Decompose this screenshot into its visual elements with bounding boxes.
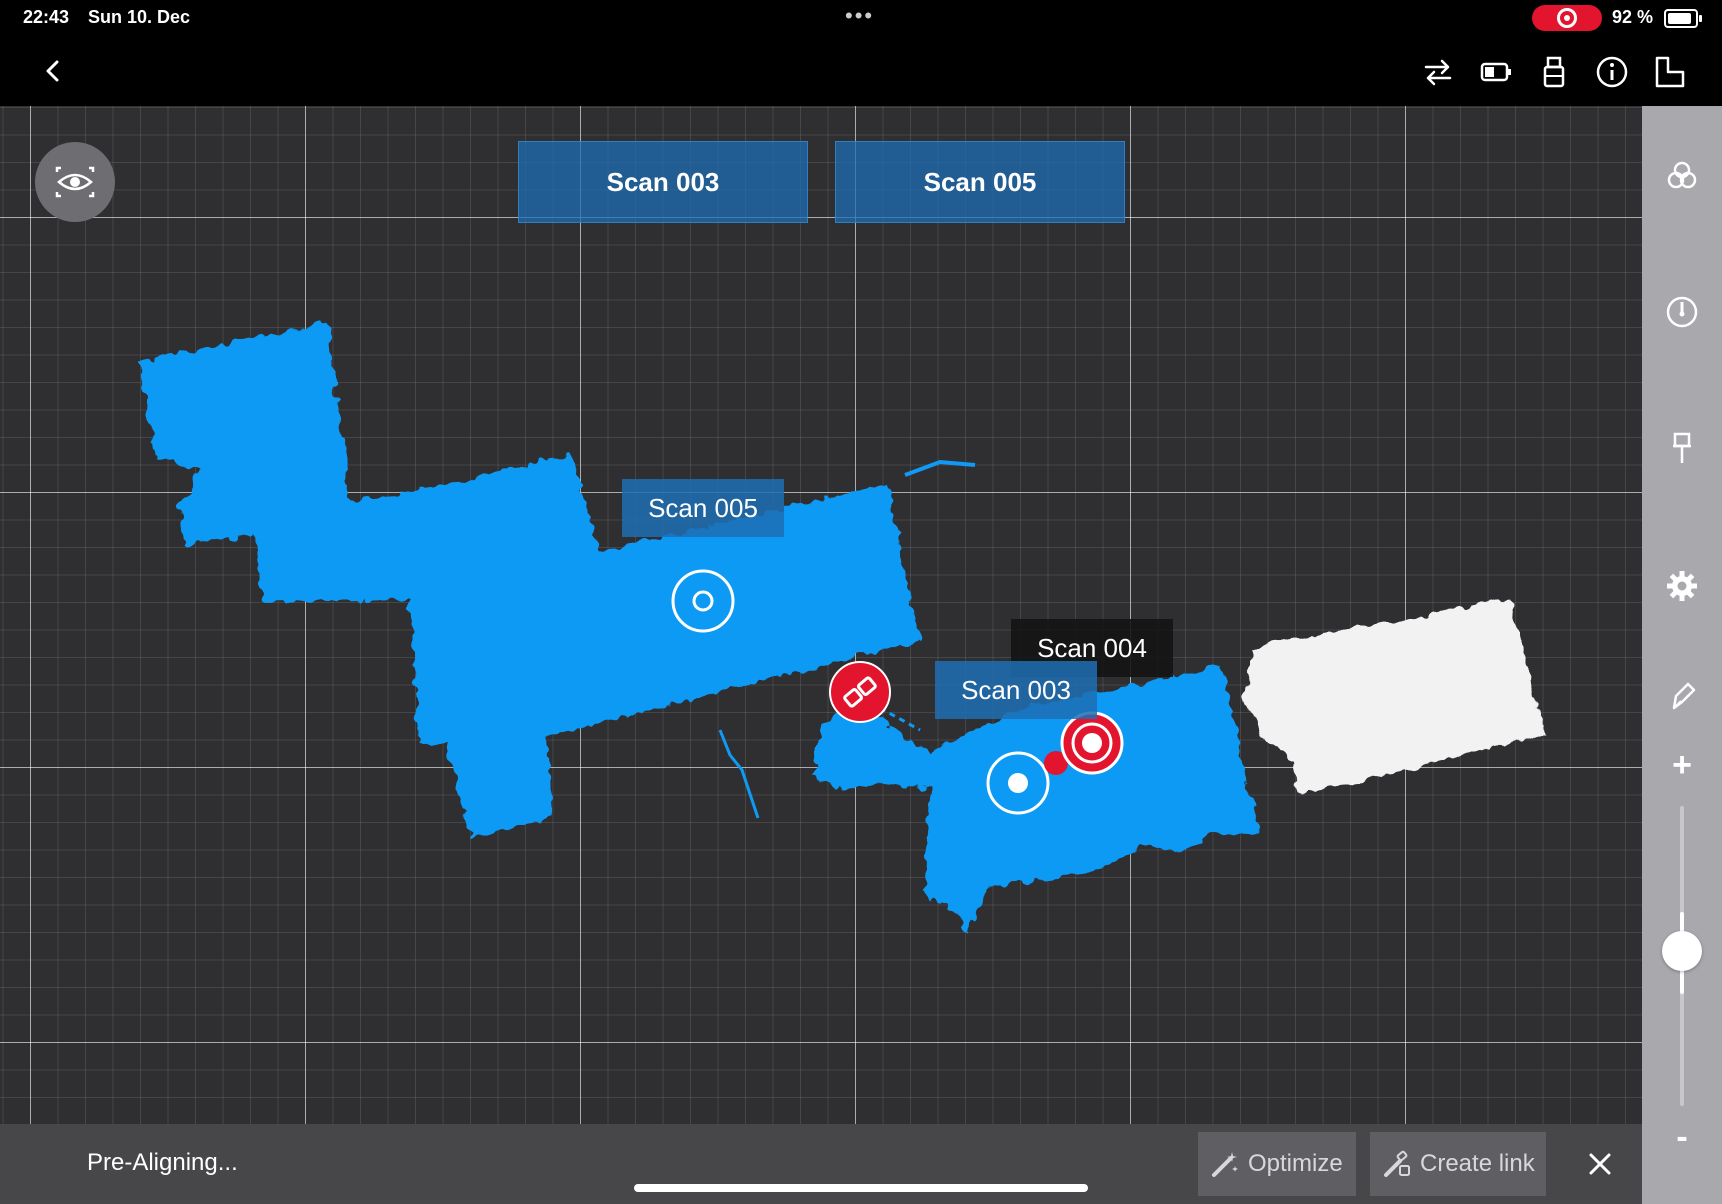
eye-view-icon	[55, 166, 95, 198]
top-toolbar	[0, 36, 1722, 106]
create-link-button[interactable]: Create link	[1370, 1132, 1546, 1196]
compass-icon[interactable]	[1664, 294, 1700, 330]
status-date: Sun 10. Dec	[88, 7, 191, 27]
battery-device-icon[interactable]	[1478, 54, 1514, 90]
create-link-icon	[1384, 1150, 1410, 1177]
home-indicator[interactable]	[634, 1184, 1088, 1192]
create-link-label: Create link	[1420, 1150, 1535, 1177]
screen-record-icon[interactable]	[1532, 5, 1602, 31]
zoom-slider-handle[interactable]	[1662, 931, 1702, 971]
zoom-in-button[interactable]: +	[1642, 746, 1722, 785]
point-cloud-layer	[138, 322, 1545, 932]
usb-drive-icon[interactable]	[1536, 54, 1572, 90]
scan-005-label[interactable]: Scan 005	[622, 479, 784, 537]
visibility-toggle-button[interactable]	[35, 142, 115, 222]
swap-arrows-icon[interactable]	[1420, 54, 1456, 90]
status-time: 22:43	[23, 7, 70, 27]
battery-percent: 92 %	[1612, 7, 1654, 27]
optimize-wand-icon	[1212, 1152, 1238, 1177]
pin-icon[interactable]	[1664, 430, 1700, 466]
pen-icon[interactable]	[1664, 678, 1700, 714]
info-icon[interactable]	[1594, 54, 1630, 90]
scan-005-cloud	[138, 322, 920, 838]
optimize-button[interactable]: Optimize	[1198, 1132, 1356, 1196]
bottom-action-bar: Pre-Aligning... Optimize Create link	[0, 1124, 1642, 1204]
scan-004-cloud	[1245, 598, 1545, 795]
floorplan-icon[interactable]	[1652, 54, 1688, 90]
tab-scan-005[interactable]: Scan 005	[835, 141, 1125, 223]
battery-icon	[1664, 9, 1702, 28]
link-badge-icon[interactable]	[829, 661, 891, 723]
scan-003-label[interactable]: Scan 003	[935, 661, 1097, 719]
close-icon[interactable]	[1586, 1150, 1614, 1178]
alignment-status-text: Pre-Aligning...	[87, 1149, 238, 1176]
zoom-out-button[interactable]: -	[1642, 1118, 1722, 1157]
scan-map-canvas[interactable]: Scan 003 Scan 005 Scan 005 Scan 004 Scan…	[0, 106, 1642, 1124]
scan-004-selected-marker[interactable]	[1060, 711, 1124, 775]
chevron-left-icon[interactable]	[36, 54, 70, 88]
ellipsis-icon[interactable]: •••	[845, 3, 874, 29]
tab-scan-003[interactable]: Scan 003	[518, 141, 808, 223]
gear-icon[interactable]	[1664, 568, 1700, 604]
optimize-label: Optimize	[1248, 1150, 1343, 1177]
right-tool-rail: + -	[1642, 106, 1722, 1204]
layers-icon[interactable]	[1664, 158, 1700, 194]
status-bar: 22:43 Sun 10. Dec ••• 92 %	[0, 0, 1722, 36]
